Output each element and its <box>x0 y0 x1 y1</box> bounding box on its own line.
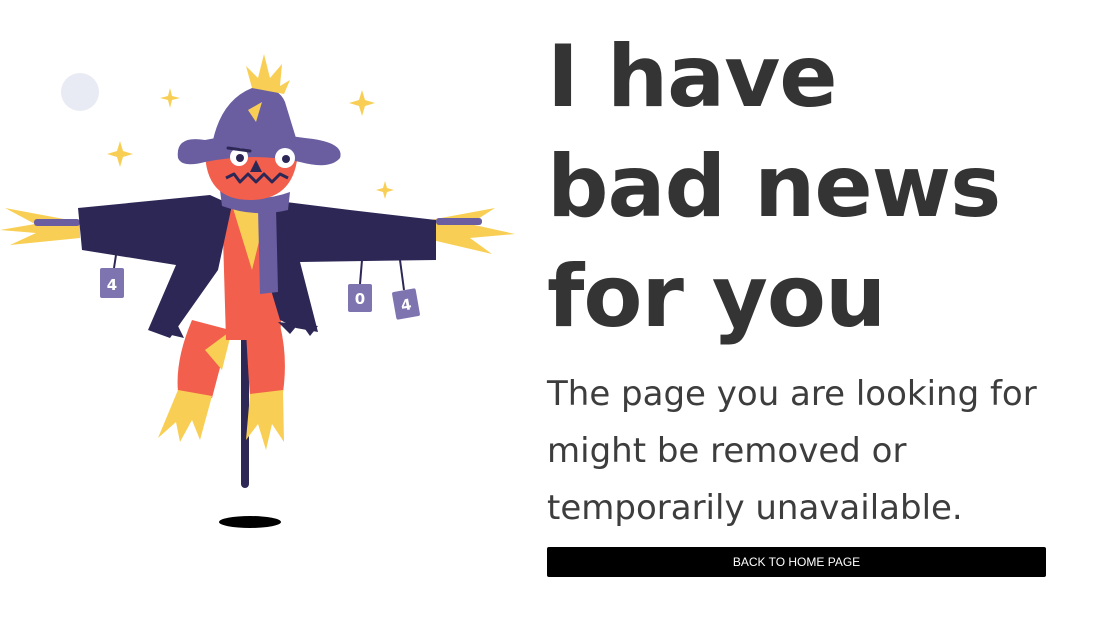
moon-icon <box>61 73 99 111</box>
can-label: 0 <box>355 290 365 308</box>
can-label: 4 <box>107 276 117 294</box>
error-message: The page you are looking for might be re… <box>547 374 1037 528</box>
page-title: I have bad news for you <box>547 27 1001 347</box>
can-0: 0 <box>348 284 372 312</box>
message-panel: I have bad news for you The page you are… <box>547 22 1067 537</box>
can-4-right: 4 <box>392 288 420 320</box>
scarecrow-illustration: 4 0 4 <box>0 54 515 528</box>
error-page: 4 0 4 I have bad news for you The page y… <box>0 0 1114 637</box>
ground-shadow <box>219 516 281 528</box>
back-to-home-button[interactable]: BACK TO HOME PAGE <box>547 547 1046 577</box>
can-4-left: 4 <box>100 268 124 298</box>
